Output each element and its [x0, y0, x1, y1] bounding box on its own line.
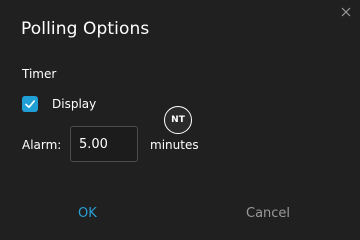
alarm-input[interactable]: [70, 126, 138, 162]
display-checkbox-label: Display: [52, 97, 97, 111]
ok-button[interactable]: OK: [78, 206, 97, 221]
close-button[interactable]: [338, 4, 354, 20]
alarm-label: Alarm:: [22, 138, 62, 152]
display-checkbox-row[interactable]: Display: [22, 96, 96, 112]
nt-watermark-logo: NT: [164, 106, 192, 134]
display-checkbox[interactable]: [22, 96, 38, 112]
close-icon: [341, 7, 351, 17]
dialog-title: Polling Options: [21, 19, 150, 39]
checkmark-icon: [25, 100, 35, 108]
alarm-unit-label: minutes: [150, 138, 199, 152]
polling-options-dialog: Polling Options Timer Display NT Alarm: …: [0, 0, 360, 240]
timer-section-label: Timer: [22, 67, 57, 81]
cancel-button[interactable]: Cancel: [246, 206, 290, 221]
